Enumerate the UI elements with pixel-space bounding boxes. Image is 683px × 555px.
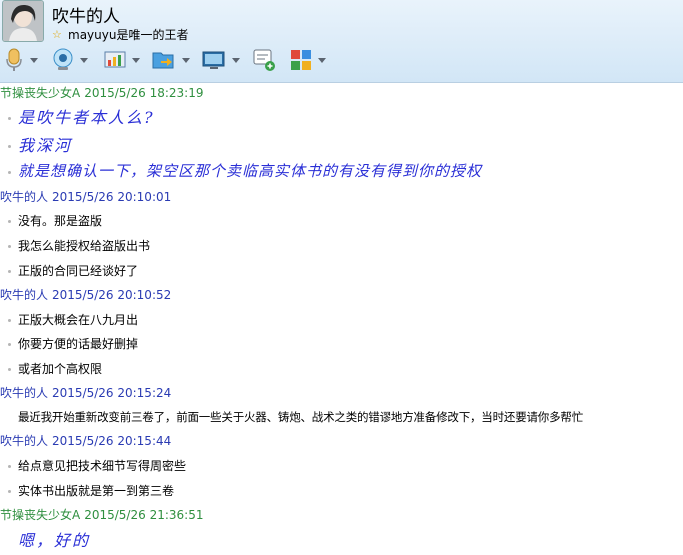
- sender-name: 吹牛的人: [0, 190, 49, 204]
- message-line: 我怎么能授权给盗版出书: [8, 237, 150, 254]
- message-history[interactable]: 节操丧失少女A 2015/5/26 18:23:19 是吹牛者本人么? 我深河 就…: [0, 83, 683, 555]
- apps-grid-icon: [291, 50, 311, 70]
- star-icon: ☆: [52, 28, 62, 41]
- message-time: 2015/5/26 20:10:01: [52, 190, 172, 204]
- share-screen-icon: [104, 51, 126, 68]
- message-time: 2015/5/26 18:23:19: [84, 86, 204, 100]
- message-line: 正版的合同已经谈好了: [8, 262, 138, 279]
- contact-signature: mayuyu是唯一的王者: [68, 28, 189, 42]
- apps-button[interactable]: [290, 46, 326, 74]
- message-header: 吹牛的人 2015/5/26 20:10:52: [0, 286, 171, 303]
- chevron-down-icon[interactable]: [232, 57, 240, 63]
- message-line: 最近我开始重新改变前三卷了，前面一些关于火器、铸炮、战术之类的错谬地方准备修改下…: [18, 410, 583, 424]
- message-line: 就是想确认一下，架空区那个卖临高实体书的有没有得到你的授权: [8, 160, 482, 181]
- sender-name: 节操丧失少女A: [0, 508, 81, 522]
- message-header: 吹牛的人 2015/5/26 20:15:24: [0, 384, 171, 401]
- chat-window-header: 吹牛的人 ☆ mayuyu是唯一的王者: [0, 0, 683, 83]
- avatar-image: [3, 1, 43, 41]
- new-message-icon: [253, 49, 275, 71]
- remote-assist-icon: [202, 51, 225, 69]
- toolbar: [0, 46, 683, 76]
- sender-name: 吹牛的人: [0, 288, 49, 302]
- bullet-icon: [8, 117, 11, 120]
- send-file-button[interactable]: [152, 46, 190, 74]
- message-line: 是吹牛者本人么?: [8, 104, 155, 128]
- bullet-icon: [8, 170, 11, 174]
- contact-name: 吹牛的人: [52, 7, 120, 27]
- chevron-down-icon[interactable]: [80, 57, 88, 63]
- message-line: 嗯，好的: [18, 531, 91, 550]
- message-line: 我深河: [8, 132, 72, 156]
- message-line: 没有。那是盗版: [8, 212, 102, 229]
- bullet-icon: [8, 145, 11, 148]
- message-time: 2015/5/26 20:10:52: [52, 288, 172, 302]
- chevron-down-icon[interactable]: [132, 57, 140, 63]
- contact-avatar[interactable]: [2, 0, 44, 42]
- message-header: 节操丧失少女A 2015/5/26 21:36:51: [0, 506, 203, 523]
- bullet-icon: [8, 319, 11, 322]
- message-line: 给点意见把技术细节写得周密些: [8, 457, 186, 474]
- sender-name: 吹牛的人: [0, 434, 49, 448]
- send-file-icon: [152, 52, 174, 69]
- message-line: 或者加个高权限: [8, 360, 102, 377]
- message-time: 2015/5/26 20:15:24: [52, 386, 172, 400]
- message-header: 节操丧失少女A 2015/5/26 18:23:19: [0, 84, 203, 101]
- microphone-icon: [6, 48, 22, 71]
- bullet-icon: [8, 220, 11, 223]
- remote-assist-button[interactable]: [202, 46, 240, 74]
- chevron-down-icon[interactable]: [182, 57, 190, 63]
- webcam-icon: [53, 48, 73, 70]
- sender-name: 节操丧失少女A: [0, 86, 81, 100]
- message-line: 你要方便的话最好删掉: [8, 335, 138, 352]
- message-header: 吹牛的人 2015/5/26 20:15:44: [0, 432, 171, 449]
- bullet-icon: [8, 490, 11, 493]
- message-time: 2015/5/26 21:36:51: [84, 508, 204, 522]
- message-header: 吹牛的人 2015/5/26 20:10:01: [0, 188, 171, 205]
- bullet-icon: [8, 465, 11, 468]
- bullet-icon: [8, 245, 11, 248]
- bullet-icon: [8, 368, 11, 371]
- bullet-icon: [8, 270, 11, 273]
- voice-call-button[interactable]: [4, 46, 38, 74]
- message-line: 实体书出版就是第一到第三卷: [8, 482, 174, 499]
- message-line: 正版大概会在八九月出: [8, 311, 138, 328]
- share-screen-button[interactable]: [104, 46, 140, 74]
- video-call-button[interactable]: [52, 46, 88, 74]
- sender-name: 吹牛的人: [0, 386, 49, 400]
- bullet-icon: [8, 343, 11, 346]
- message-time: 2015/5/26 20:15:44: [52, 434, 172, 448]
- chevron-down-icon[interactable]: [30, 57, 38, 63]
- new-message-button[interactable]: [252, 46, 276, 74]
- chevron-down-icon[interactable]: [318, 57, 326, 63]
